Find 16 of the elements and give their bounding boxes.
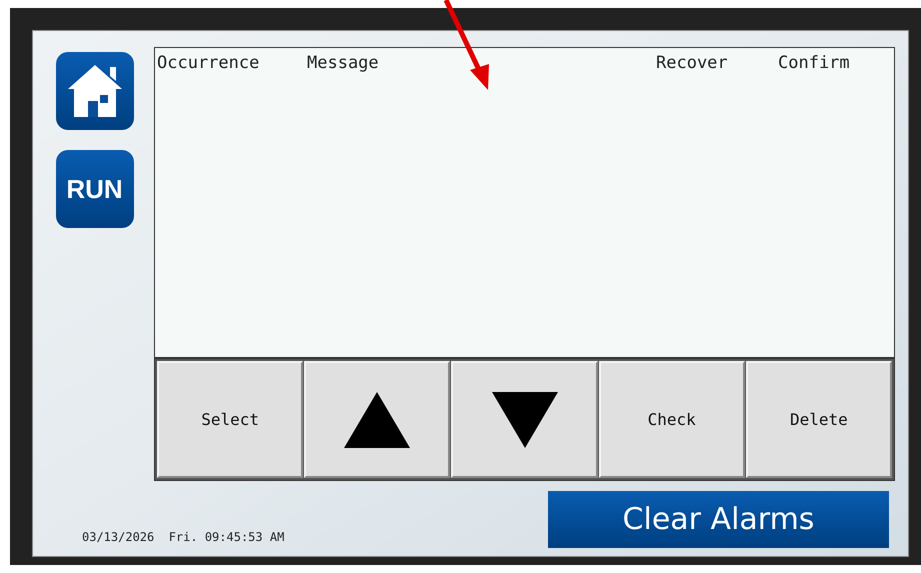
action-button[interactable]: Select <box>157 361 304 478</box>
run-button[interactable]: RUN <box>56 150 134 228</box>
column-header: Recover <box>655 52 729 75</box>
up-triangle-icon <box>344 392 410 448</box>
home-icon <box>66 63 124 119</box>
home-button[interactable] <box>56 52 134 130</box>
action-button[interactable]: Delete <box>746 361 892 478</box>
clear-alarms-button[interactable]: Clear Alarms <box>548 491 889 548</box>
scroll-down-button[interactable] <box>451 361 598 478</box>
action-button[interactable]: Check <box>598 361 745 478</box>
date-time-text: 03/13/2026 Fri. 09:45:53 AM <box>82 529 284 546</box>
down-triangle-icon <box>492 392 558 448</box>
column-header: Message <box>306 52 380 75</box>
scroll-up-button[interactable] <box>304 361 450 478</box>
column-header: Occurrence <box>156 52 260 75</box>
column-header: Confirm <box>777 52 851 75</box>
